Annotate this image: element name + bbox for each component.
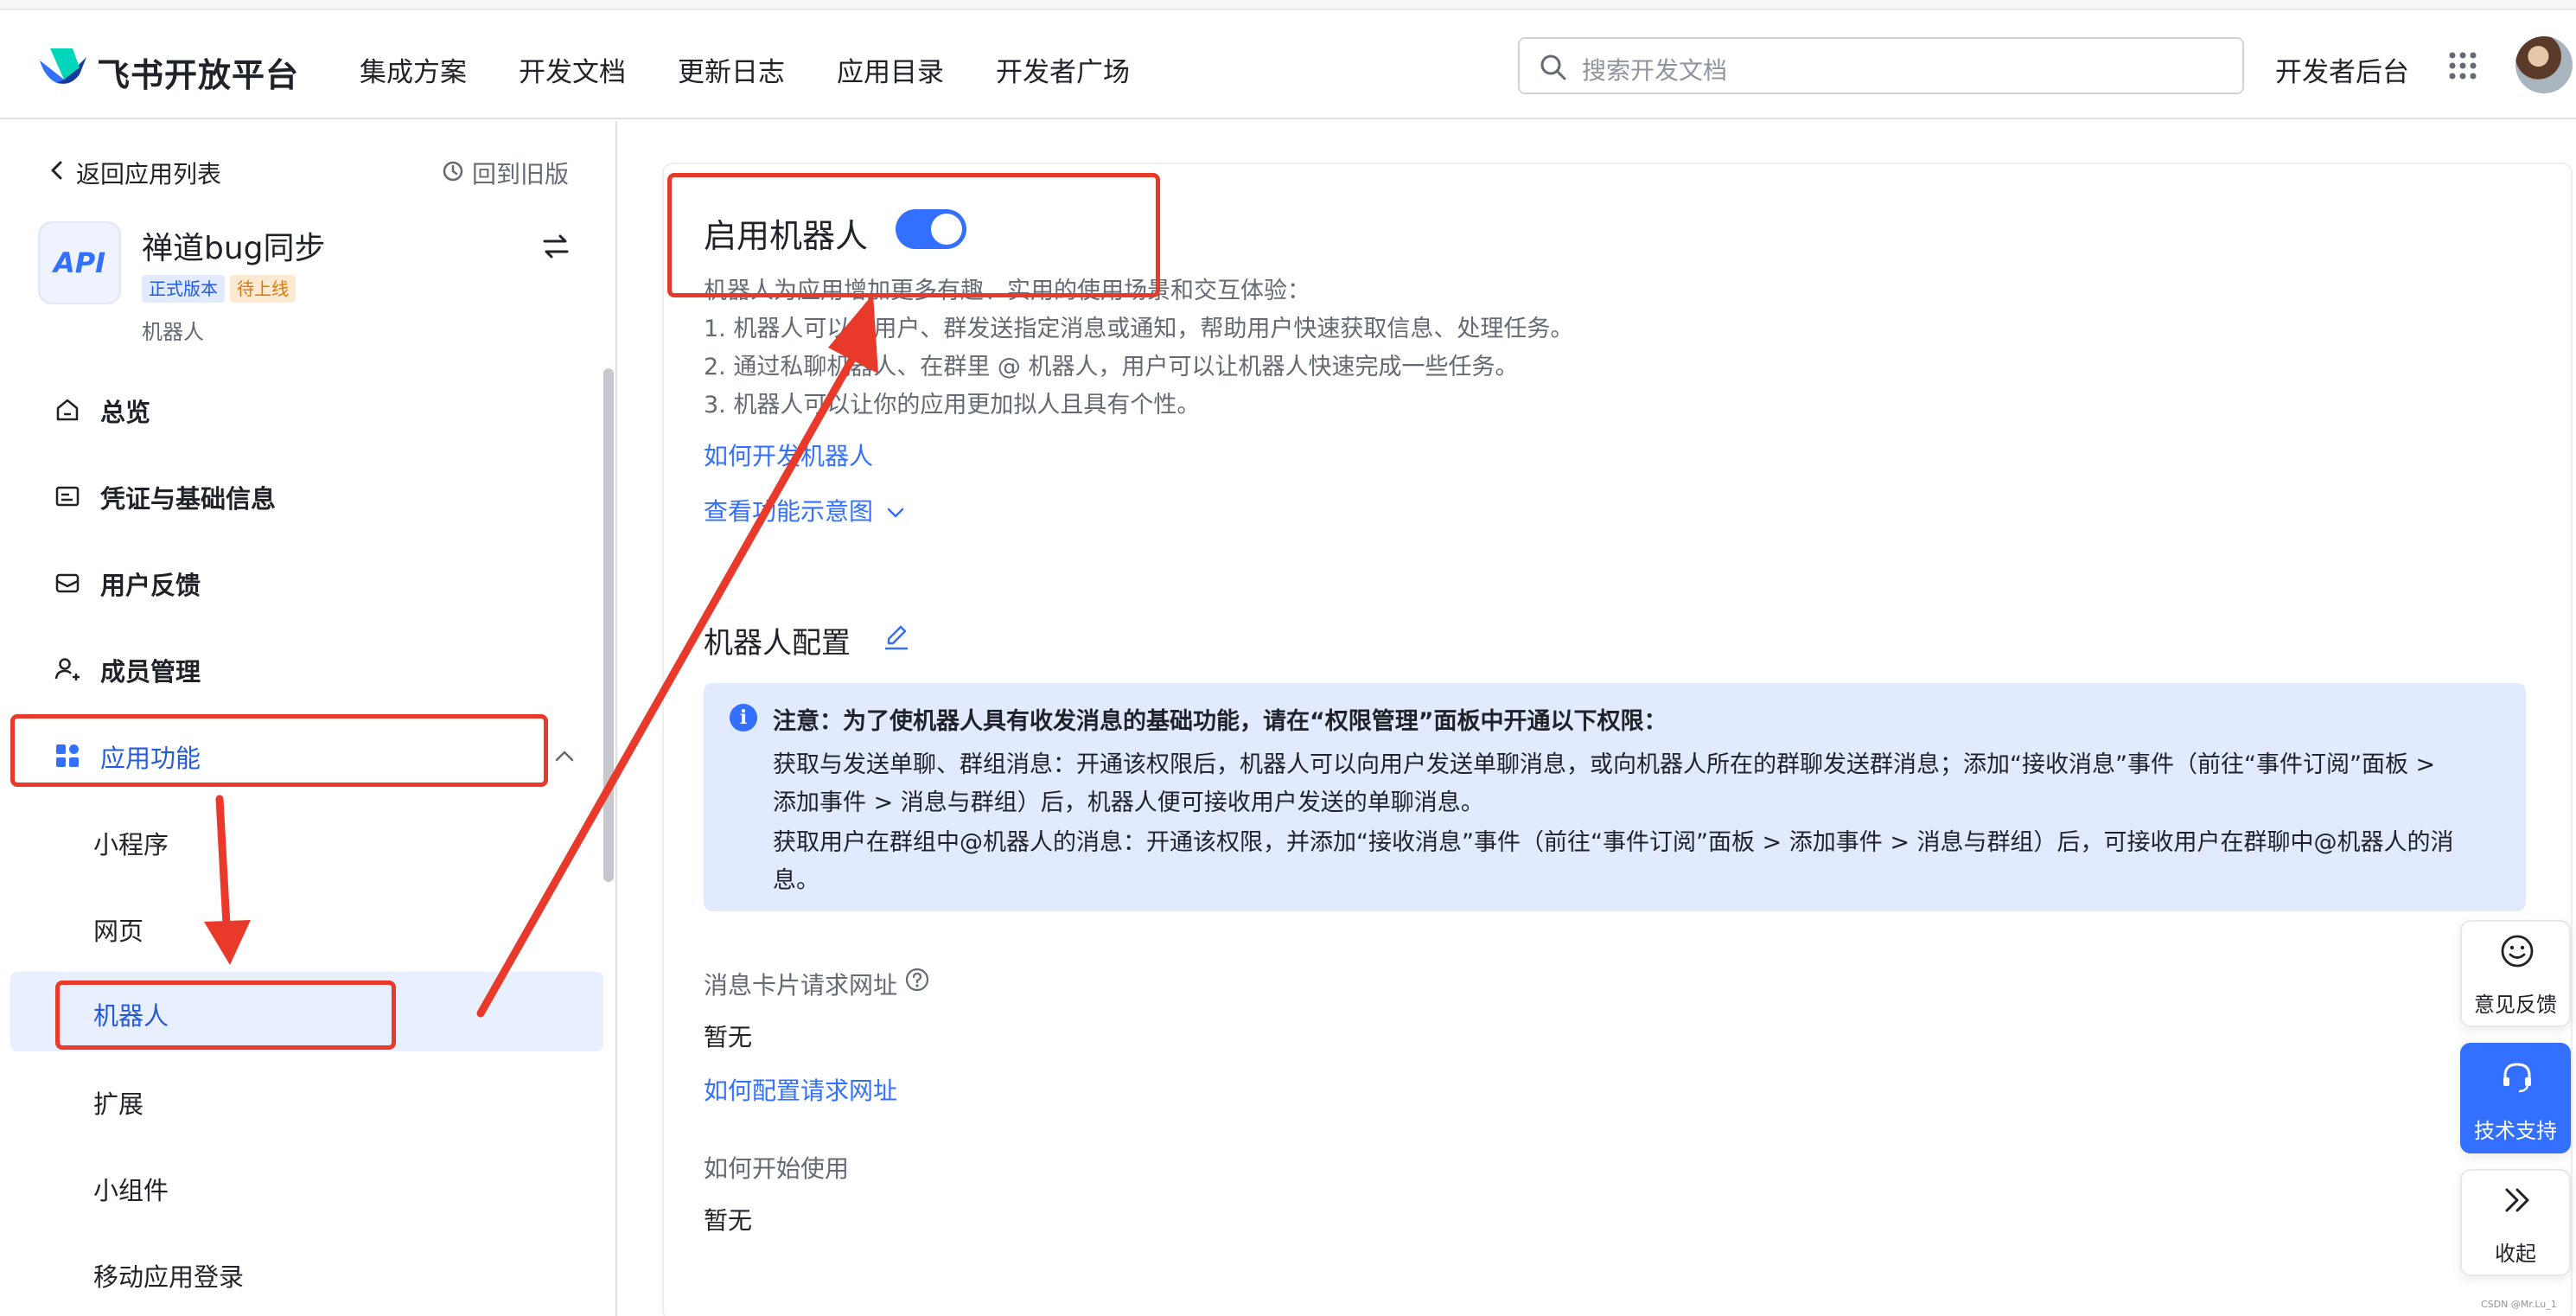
card-url-value: 暂无 (704, 1023, 753, 1051)
annotation-box-app-features (10, 714, 548, 787)
view-demo-link[interactable]: 查看功能示意图 (704, 493, 907, 527)
menu-label: 凭证与基础信息 (100, 484, 277, 514)
collapse-label: 收起 (2495, 1242, 2536, 1266)
search-input[interactable]: 搜索开发文档 (1518, 37, 2244, 94)
submenu-label: 扩展 (93, 1089, 144, 1119)
notice-title: 注意：为了使机器人具有收发消息的基础功能，请在“权限管理”面板中开通以下权限： (773, 708, 1667, 735)
info-icon: i (730, 704, 757, 731)
chevron-down-icon (887, 508, 904, 518)
user-add-icon (54, 658, 80, 680)
tech-support-label: 技术支持 (2474, 1119, 2557, 1143)
submenu-web[interactable]: 网页 (10, 887, 603, 967)
submenu-label: 小组件 (93, 1176, 169, 1205)
nav-developer-square[interactable]: 开发者广场 (996, 50, 1130, 89)
permission-notice: i 注意：为了使机器人具有收发消息的基础功能，请在“权限管理”面板中开通以下权限… (704, 683, 2526, 911)
tech-support-button[interactable]: 技术支持 (2460, 1043, 2571, 1153)
release-badge: 正式版本 (142, 275, 225, 303)
help-icon[interactable] (904, 967, 930, 993)
back-to-app-list[interactable]: 返回应用列表 (76, 156, 221, 190)
pending-badge: 待上线 (230, 275, 296, 303)
apps-grid-icon[interactable] (2448, 51, 2477, 80)
card-url-label: 消息卡片请求网址 (704, 971, 898, 1000)
how-to-start-value: 暂无 (704, 1206, 753, 1235)
feedback-button[interactable]: 意见反馈 (2460, 920, 2571, 1027)
menu-feedback[interactable]: 用户反馈 (0, 545, 605, 621)
notice-line: 获取用户在群组中@机器人的消息：开通该权限，并添加“接收消息”事件（前往“事件订… (773, 829, 2454, 856)
brand-name[interactable]: 飞书开放平台 (97, 48, 299, 96)
chevron-up-icon[interactable] (553, 747, 576, 764)
menu-label: 成员管理 (100, 657, 201, 687)
bot-config-title: 机器人配置 (704, 626, 851, 661)
search-placeholder: 搜索开发文档 (1582, 56, 1728, 85)
developer-console-link[interactable]: 开发者后台 (2275, 50, 2409, 89)
bot-description: 3. 机器人可以让你的应用更加拟人且具有个性。 (704, 392, 1201, 418)
mail-icon (55, 573, 80, 593)
history-icon[interactable] (441, 159, 465, 183)
submenu-mini-program[interactable]: 小程序 (10, 801, 603, 880)
app-icon: API (38, 221, 121, 304)
submenu-mobile-login[interactable]: 移动应用登录 (10, 1233, 603, 1313)
back-to-old-version[interactable]: 回到旧版 (472, 156, 569, 190)
feishu-logo-icon[interactable] (38, 45, 88, 88)
submenu-widget[interactable]: 小组件 (10, 1147, 603, 1226)
collapse-button[interactable]: 收起 (2460, 1169, 2571, 1276)
menu-members[interactable]: 成员管理 (0, 631, 605, 707)
how-to-start-label: 如何开始使用 (704, 1154, 850, 1183)
user-avatar[interactable] (2515, 36, 2573, 93)
notice-line: 获取与发送单聊、群组消息：开通该权限后，机器人可以向用户发送单聊消息，或向机器人… (773, 751, 2436, 778)
submenu-label: 移动应用登录 (93, 1262, 245, 1292)
home-icon (56, 399, 79, 421)
app-name: 禅道bug同步 (142, 231, 326, 266)
submenu-label: 小程序 (93, 830, 169, 859)
double-chevron-right-icon (2505, 1188, 2529, 1212)
annotation-box-bot-menu (55, 981, 396, 1050)
browser-top-strip (0, 0, 2576, 10)
bot-description: 1. 机器人可以向用户、群发送指定消息或通知，帮助用户快速获取信息、处理任务。 (704, 316, 1574, 342)
sidebar-scrollbar[interactable] (603, 368, 614, 882)
headset-icon (2503, 1063, 2531, 1093)
watermark: CSDN @Mr.Lu_1 (2481, 1299, 2557, 1310)
feedback-label: 意见反馈 (2474, 993, 2557, 1017)
menu-label: 总览 (100, 398, 151, 427)
bot-description: 2. 通过私聊机器人、在群里 @ 机器人，用户可以让机器人快速完成一些任务。 (704, 354, 1519, 380)
menu-label: 用户反馈 (100, 571, 201, 600)
notice-line: 添加事件 > 消息与群组）后，机器人便可接收用户发送的单聊消息。 (773, 789, 1484, 816)
nav-changelog[interactable]: 更新日志 (678, 50, 785, 89)
chevron-left-icon[interactable] (48, 160, 66, 181)
nav-app-directory[interactable]: 应用目录 (837, 50, 944, 89)
menu-credentials[interactable]: 凭证与基础信息 (0, 458, 605, 534)
app-type: 机器人 (142, 320, 204, 344)
notice-line: 息。 (773, 867, 819, 894)
menu-overview[interactable]: 总览 (0, 372, 605, 448)
how-to-config-url-link[interactable]: 如何配置请求网址 (704, 1072, 897, 1107)
switch-app-icon[interactable] (541, 232, 571, 261)
nav-solutions[interactable]: 集成方案 (360, 50, 467, 89)
search-icon (1540, 54, 1566, 80)
view-demo-label: 查看功能示意图 (704, 497, 874, 526)
how-to-develop-bot-link[interactable]: 如何开发机器人 (704, 438, 873, 472)
annotation-box-enable-bot (667, 173, 1160, 297)
smile-icon (2501, 935, 2534, 968)
nav-docs[interactable]: 开发文档 (519, 50, 626, 89)
edit-icon[interactable] (882, 623, 911, 652)
top-navigation-bar: 飞书开放平台 集成方案 开发文档 更新日志 应用目录 开发者广场 搜索开发文档 … (0, 10, 2576, 119)
id-card-icon (55, 486, 80, 507)
submenu-label: 网页 (93, 917, 144, 946)
submenu-extension[interactable]: 扩展 (10, 1060, 603, 1140)
